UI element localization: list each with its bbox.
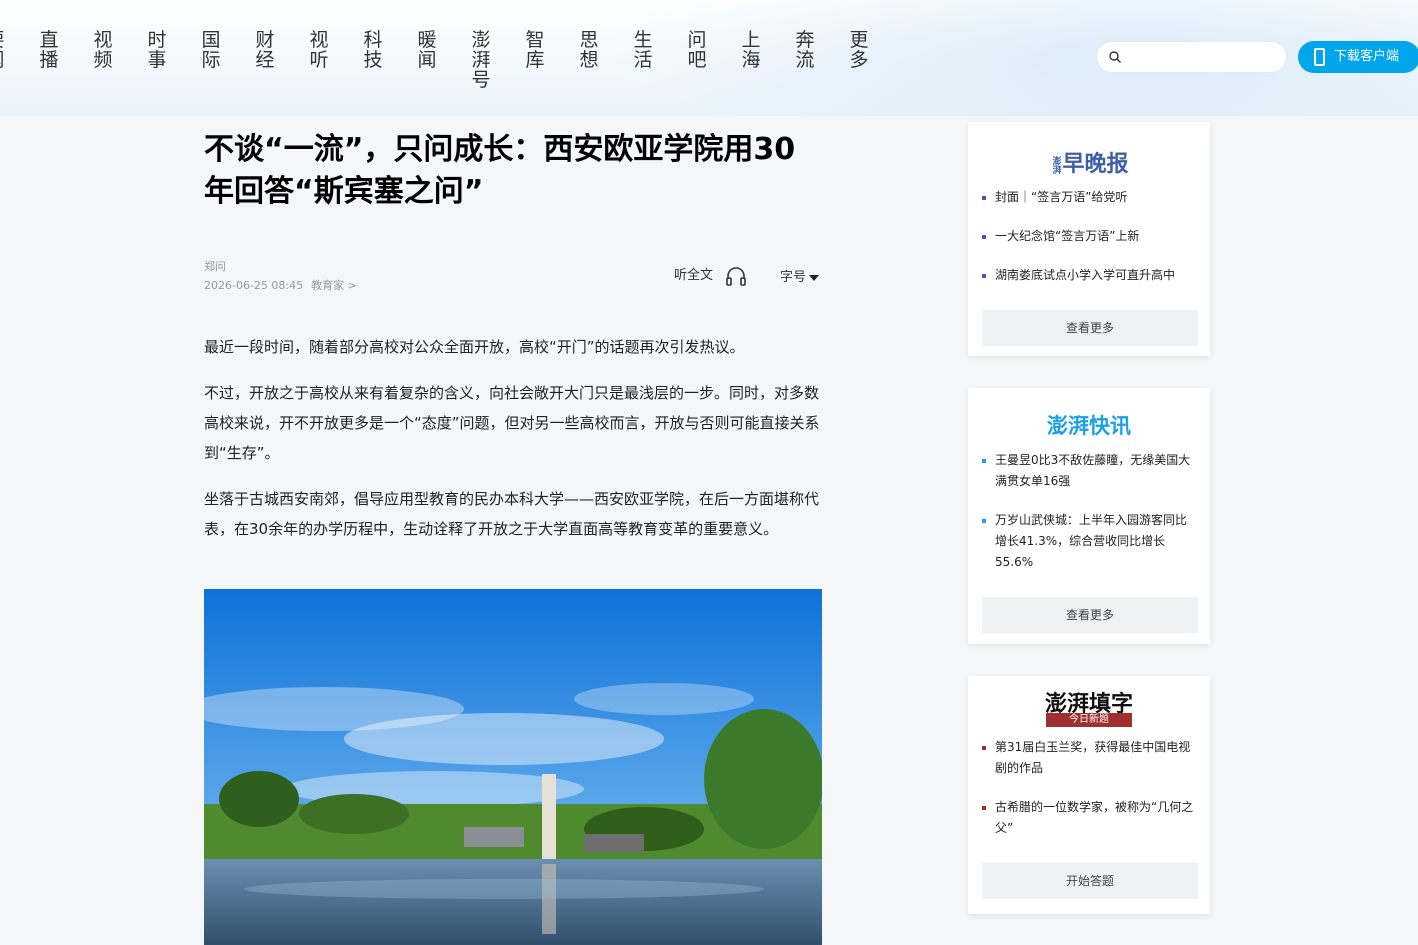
phone-icon: [1314, 48, 1325, 66]
evening-paper-more-button[interactable]: 查看更多: [982, 310, 1198, 346]
list-item-text: 一大纪念馆“签言万语”上新: [995, 229, 1140, 243]
nav-item-more[interactable]: 更多: [848, 30, 870, 70]
bullet-icon: [982, 274, 986, 278]
bullet-icon: [982, 806, 986, 810]
nav-item-warm-news[interactable]: 暖闻: [416, 30, 438, 70]
list-item-text: 王曼昱0比3不敌佐藤瞳，无缘美国大满贯女单16强: [995, 453, 1191, 488]
nav-item-international[interactable]: 国际: [200, 30, 222, 70]
article-category-link[interactable]: 教育家 >: [311, 279, 357, 292]
list-item-text: 湖南娄底试点小学入学可直升高中: [995, 268, 1176, 282]
nav-item-yaowen[interactable]: 要闻: [0, 30, 6, 70]
nav-item-thought[interactable]: 思想: [578, 30, 600, 70]
campus-photo: [204, 589, 822, 945]
list-item-text: 封面｜“签言万语”给党听: [995, 190, 1128, 204]
article-title: 不谈“一流”，只问成长：西安欧亚学院用30年回答“斯宾塞之问”: [204, 132, 796, 209]
crossword-logo-subtitle: 今日新题: [1046, 713, 1132, 727]
search-input[interactable]: [1129, 46, 1279, 68]
nav-item-audiovisual[interactable]: 视听: [308, 30, 330, 70]
nav-item-shanghai[interactable]: 上海: [740, 30, 762, 70]
top-header: 要闻 直播 视频 时事 国际 财经 视听 科技 暖闻 澎湃号 智库 思想 生活 …: [0, 0, 1418, 116]
download-app-button[interactable]: 下载客户端: [1298, 41, 1418, 73]
bullet-icon: [982, 746, 986, 750]
article-paragraph: 最近一段时间，随着部分高校对公众全面开放，高校“开门”的话题再次引发热议。: [204, 338, 745, 356]
search-box[interactable]: [1096, 41, 1287, 73]
listen-label: 听全文: [674, 268, 714, 283]
listen-button[interactable]: 听全文: [674, 264, 747, 286]
list-item[interactable]: 第31届白玉兰奖，获得最佳中国电视剧的作品: [982, 737, 1196, 779]
nav-item-benliu[interactable]: 奔流: [794, 30, 816, 70]
article-paragraph: 不过，开放之于高校从来有着复杂的含义，向社会敞开大门只是最浅层的一步。同时，对多…: [204, 384, 820, 462]
nav-item-tech[interactable]: 科技: [362, 30, 384, 70]
article-paragraph: 坐落于古城西安南郊，倡导应用型教育的民办本科大学——西安欧亚学院，在后一方面堪称…: [204, 490, 820, 538]
caret-down-icon: [809, 274, 820, 281]
list-item[interactable]: 湖南娄底试点小学入学可直升高中: [982, 265, 1196, 286]
news-flash-logo: 澎湃快讯: [1047, 414, 1131, 438]
nav-item-video[interactable]: 视频: [92, 30, 114, 70]
card-evening-paper: 澎湃早晚报 封面｜“签言万语”给党听 一大纪念馆“签言万语”上新 湖南娄底试点小…: [968, 122, 1210, 356]
list-item[interactable]: 一大纪念馆“签言万语”上新: [982, 226, 1196, 247]
bullet-icon: [982, 459, 986, 463]
evening-paper-logo-small: 澎湃: [1050, 156, 1061, 174]
nav-item-ask[interactable]: 问吧: [686, 30, 708, 70]
list-item-text: 第31届白玉兰奖，获得最佳中国电视剧的作品: [995, 740, 1191, 775]
card-crossword: 澎湃填字 今日新题 第31届白玉兰奖，获得最佳中国电视剧的作品 古希腊的一位数学…: [968, 676, 1210, 914]
font-size-dropdown[interactable]: 字号: [780, 266, 820, 285]
nav-item-life[interactable]: 生活: [632, 30, 654, 70]
bullet-icon: [982, 519, 986, 523]
bullet-icon: [982, 196, 986, 200]
start-quiz-button[interactable]: 开始答题: [982, 863, 1198, 899]
list-item-text: 古希腊的一位数学家，被称为“几何之父”: [995, 800, 1194, 835]
list-item[interactable]: 王曼昱0比3不敌佐藤瞳，无缘美国大满贯女单16强: [982, 450, 1196, 492]
evening-paper-logo: 澎湃早晚报: [968, 146, 1210, 178]
download-app-label: 下载客户端: [1334, 49, 1400, 64]
article-meta: 2026-06-25 08:45 教育家 >: [204, 277, 357, 293]
nav-item-pengpai-hao[interactable]: 澎湃号: [470, 30, 492, 90]
card-news-flash: 澎湃快讯 王曼昱0比3不敌佐藤瞳，无缘美国大满贯女单16强 万岁山武侠城：上半年…: [968, 388, 1210, 644]
list-item-text: 万岁山武侠城：上半年入园游客同比增长41.3%，综合营收同比增长55.6%: [995, 513, 1188, 569]
news-flash-more-button[interactable]: 查看更多: [982, 597, 1198, 633]
evening-paper-logo-text: 早晚报: [1062, 152, 1129, 177]
list-item[interactable]: 古希腊的一位数学家，被称为“几何之父”: [982, 797, 1196, 839]
bullet-icon: [982, 235, 986, 239]
headphones-icon: [726, 266, 746, 286]
nav-item-current-affairs[interactable]: 时事: [146, 30, 168, 70]
list-item[interactable]: 万岁山武侠城：上半年入园游客同比增长41.3%，综合营收同比增长55.6%: [982, 510, 1196, 573]
nav-item-finance[interactable]: 财经: [254, 30, 276, 70]
search-icon: [1109, 51, 1121, 63]
font-size-label: 字号: [780, 270, 807, 285]
nav-item-think-tank[interactable]: 智库: [524, 30, 546, 70]
article-author[interactable]: 郑问: [204, 258, 226, 274]
article-datetime: 2026-06-25 08:45: [204, 279, 304, 292]
nav-item-live[interactable]: 直播: [38, 30, 60, 70]
list-item[interactable]: 封面｜“签言万语”给党听: [982, 187, 1196, 208]
